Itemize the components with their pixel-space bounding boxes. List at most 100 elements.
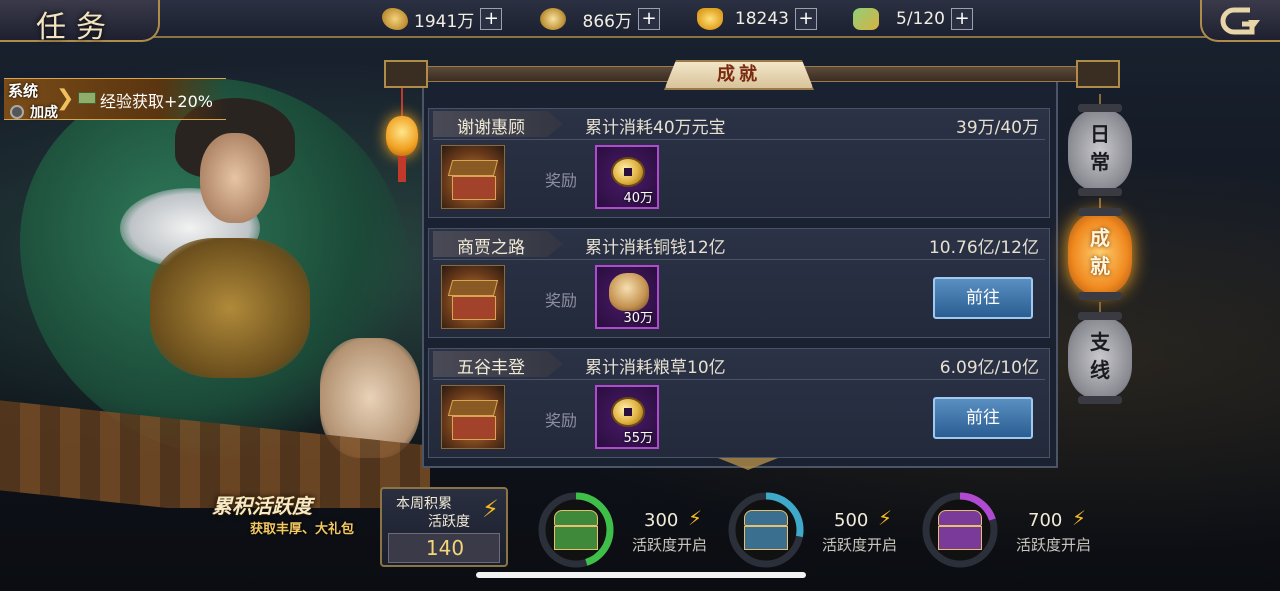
lightning-icon: ⚡: [1072, 506, 1087, 530]
bonus-text: 经验获取+20%: [100, 92, 213, 111]
back-arrow-icon: [1220, 7, 1260, 35]
lantern-icon: [386, 116, 418, 156]
milestone-label: 活跃度开启: [822, 536, 898, 554]
panel-ornament-left: [384, 60, 428, 88]
lightning-icon: ⚡: [878, 506, 893, 530]
task-progress: 39万/40万: [956, 118, 1039, 138]
task-name: 谢谢惠顾: [457, 118, 525, 138]
row-divider: [433, 379, 1045, 380]
treasure-chest-icon: [554, 510, 598, 550]
task-row: 五谷丰登 累计消耗粮草10亿 6.09亿/10亿 奖励 55万 前往: [428, 348, 1050, 458]
task-row: 谢谢惠顾 累计消耗40万元宝 39万/40万 奖励 40万: [428, 108, 1050, 218]
resource-copper: 866万 +: [540, 5, 660, 33]
lantern-cap: [1078, 396, 1122, 404]
milestone-chest[interactable]: 300 ⚡ 活跃度开启: [536, 490, 736, 570]
lightning-icon: ⚡: [688, 506, 703, 530]
panel-ornament-right: [1076, 60, 1120, 88]
task-name: 五谷丰登: [457, 358, 525, 378]
task-name: 商贾之路: [457, 238, 525, 258]
resource-value: 1941万: [414, 11, 475, 32]
treasure-chest-icon: [744, 510, 788, 550]
back-button[interactable]: [1200, 0, 1280, 42]
copper-coin-icon: [611, 397, 645, 427]
chevron-right-icon: ❯: [56, 86, 75, 111]
reward-item[interactable]: 55万: [595, 385, 659, 449]
lightning-icon: ⚡: [482, 495, 499, 523]
add-copper-button[interactable]: +: [638, 8, 660, 30]
add-gold-button[interactable]: +: [795, 8, 817, 30]
weekly-activity-box: 本周积累 活跃度 ⚡ 140: [380, 487, 508, 567]
copper-coin-icon: [540, 8, 566, 30]
lantern-string: [401, 86, 403, 116]
tab-label: 日常: [1090, 122, 1110, 174]
reward-label: 奖励: [545, 291, 578, 310]
tab-daily[interactable]: 日常: [1068, 94, 1132, 196]
bonus-system-label: 系统: [8, 82, 39, 100]
add-stamina-button[interactable]: +: [951, 8, 973, 30]
lantern-cap: [1078, 292, 1122, 300]
copper-coin-icon: [611, 157, 645, 187]
reward-item[interactable]: 30万: [595, 265, 659, 329]
milestone-label: 活跃度开启: [1016, 536, 1092, 554]
bonus-add-label: 加成: [30, 105, 58, 121]
lantern-cap: [1078, 208, 1122, 216]
tab-label: 成就: [1090, 226, 1110, 278]
gold-ingot-icon: [697, 8, 723, 30]
lantern-cap: [1078, 188, 1122, 196]
task-progress: 10.76亿/12亿: [928, 238, 1039, 258]
reward-item[interactable]: 40万: [595, 145, 659, 209]
treasure-chest-icon: [441, 385, 505, 449]
treasure-chest-icon: [938, 510, 982, 550]
weekly-label: 活跃度: [428, 514, 470, 530]
milestone-value: 300: [644, 510, 679, 531]
milestone-label: 活跃度开启: [632, 536, 708, 554]
milestone-value: 500: [834, 510, 869, 531]
milestone-value: 700: [1028, 510, 1063, 531]
lantern-cap: [1078, 312, 1122, 320]
reward-count: 30万: [623, 311, 653, 326]
tab-side-quest[interactable]: 支线: [1068, 302, 1132, 404]
reward-count: 40万: [623, 191, 653, 206]
stamina-icon: [853, 8, 879, 30]
weekly-value: 140: [425, 536, 465, 560]
reward-count: 55万: [623, 431, 653, 446]
resource-grain: 1941万 +: [382, 5, 503, 33]
tab-label: 支线: [1090, 330, 1110, 382]
tab-achievement[interactable]: 成就: [1068, 198, 1132, 300]
milestone-chest[interactable]: 500 ⚡ 活跃度开启: [726, 490, 926, 570]
go-button[interactable]: 前往: [933, 277, 1033, 319]
panel-tab-title: 成就: [664, 60, 814, 90]
resource-value: 5/120: [896, 9, 945, 29]
resource-value: 866万: [582, 11, 632, 32]
activity-title: 累积活跃度: [212, 494, 312, 518]
hero-armor: [150, 238, 310, 378]
bonus-dot-icon: [10, 105, 24, 119]
treasure-chest-icon: [441, 145, 505, 209]
resource-gold: 18243 +: [697, 5, 817, 33]
weekly-label: 本周积累: [396, 496, 452, 512]
panel-tab-title-text: 成就: [717, 64, 761, 85]
add-grain-button[interactable]: +: [480, 8, 503, 30]
task-row: 商贾之路 累计消耗铜钱12亿 10.76亿/12亿 奖励 30万 前往: [428, 228, 1050, 338]
title-plate: 任务: [0, 0, 160, 45]
lantern-decoration: [382, 86, 422, 196]
home-indicator[interactable]: [476, 572, 806, 578]
go-button[interactable]: 前往: [933, 397, 1033, 439]
reward-label: 奖励: [545, 171, 578, 190]
money-bag-icon: [609, 273, 649, 311]
reward-label: 奖励: [545, 411, 578, 430]
milestone-chest[interactable]: 700 ⚡ 活跃度开启: [920, 490, 1120, 570]
system-bonus-banner[interactable]: 系统 加成 ❯ 经验获取+20%: [0, 72, 230, 124]
task-description: 累计消耗40万元宝: [585, 118, 726, 138]
page-title: 任务: [36, 10, 116, 45]
lantern-cap: [1078, 104, 1122, 112]
task-progress: 6.09亿/10亿: [939, 358, 1039, 378]
task-description: 累计消耗铜钱12亿: [585, 238, 726, 258]
exp-ticket-icon: [78, 92, 96, 104]
resource-value: 18243: [734, 9, 789, 29]
row-divider: [433, 139, 1045, 140]
grain-icon: [382, 8, 408, 30]
hero-face: [200, 133, 270, 223]
task-description: 累计消耗粮草10亿: [585, 358, 726, 378]
resource-stamina: 5/120 +: [853, 5, 973, 33]
